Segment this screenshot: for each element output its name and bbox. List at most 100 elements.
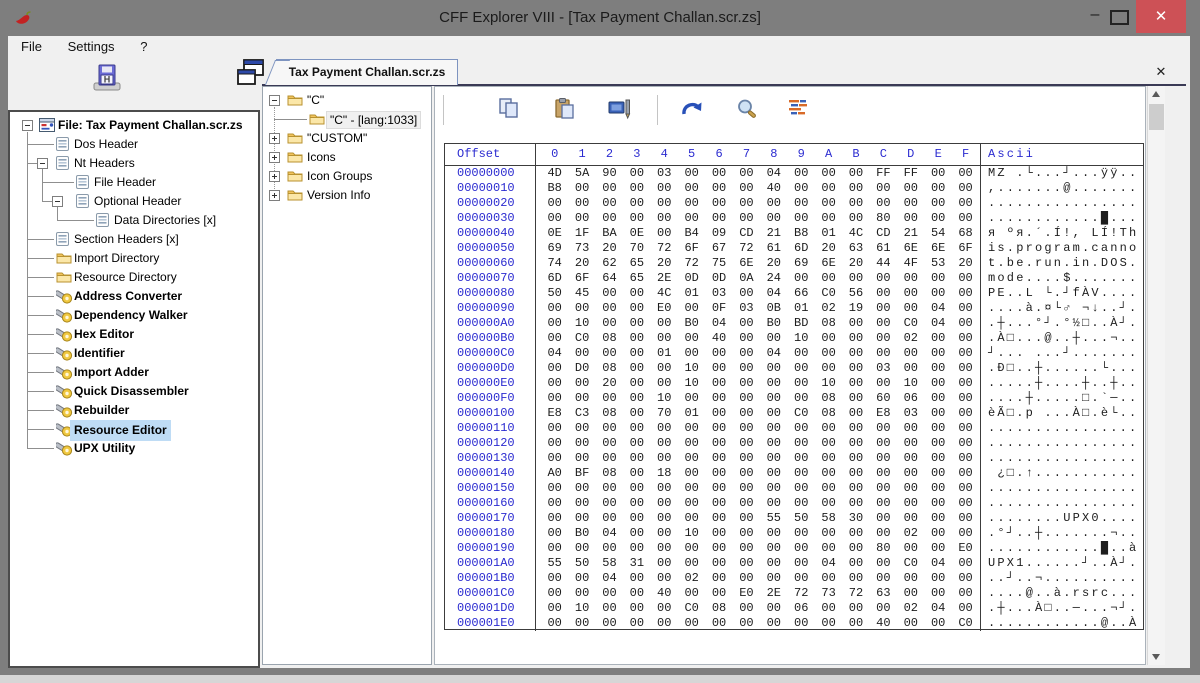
hex-byte[interactable]: 00: [733, 331, 760, 346]
hex-byte[interactable]: 00: [596, 391, 623, 406]
hex-byte[interactable]: 00: [568, 496, 595, 511]
hex-byte[interactable]: 00: [924, 406, 951, 421]
hex-byte[interactable]: 6D: [788, 241, 815, 256]
hex-byte[interactable]: 00: [788, 181, 815, 196]
hex-byte[interactable]: 00: [733, 601, 760, 616]
hex-byte[interactable]: 0D: [678, 271, 705, 286]
hex-byte[interactable]: 00: [842, 466, 869, 481]
hex-byte[interactable]: 10: [651, 391, 678, 406]
hex-byte[interactable]: FF: [897, 166, 924, 181]
hex-byte[interactable]: 00: [678, 451, 705, 466]
hex-byte[interactable]: 00: [541, 301, 568, 316]
hex-byte[interactable]: C0: [952, 616, 979, 631]
hex-byte[interactable]: 00: [788, 376, 815, 391]
hex-byte[interactable]: 53: [924, 256, 951, 271]
hex-byte[interactable]: 00: [815, 271, 842, 286]
hex-byte[interactable]: E0: [733, 586, 760, 601]
hex-byte[interactable]: 02: [897, 526, 924, 541]
hex-byte[interactable]: 00: [842, 331, 869, 346]
hex-byte[interactable]: 61: [760, 241, 787, 256]
hex-byte[interactable]: 70: [623, 241, 650, 256]
hex-row[interactable]: 000001B000000400000200000000000000000000…: [445, 571, 1143, 586]
tree-item[interactable]: Import Directory: [10, 249, 258, 268]
hex-byte[interactable]: 00: [705, 436, 732, 451]
hex-byte[interactable]: 00: [623, 616, 650, 631]
hex-byte[interactable]: 00: [733, 451, 760, 466]
hex-byte[interactable]: 00: [842, 391, 869, 406]
copy-button[interactable]: [497, 97, 521, 126]
hex-byte[interactable]: 00: [788, 166, 815, 181]
hex-row[interactable]: 000001C000000000400000E02E72737263000000…: [445, 586, 1143, 601]
hex-byte[interactable]: 20: [596, 376, 623, 391]
hex-row[interactable]: 000000F000000000100000000000080060060000…: [445, 391, 1143, 406]
hex-byte[interactable]: 00: [623, 376, 650, 391]
hex-byte[interactable]: 00: [760, 436, 787, 451]
hex-byte[interactable]: 00: [842, 541, 869, 556]
hex-byte[interactable]: 04: [596, 571, 623, 586]
hex-byte[interactable]: C0: [568, 331, 595, 346]
resource-item[interactable]: Version Info: [263, 186, 431, 205]
hex-byte[interactable]: 00: [924, 481, 951, 496]
hex-byte[interactable]: 00: [897, 361, 924, 376]
hex-byte[interactable]: 80: [870, 541, 897, 556]
hex-byte[interactable]: 4C: [651, 286, 678, 301]
hex-byte[interactable]: 00: [952, 481, 979, 496]
hex-byte[interactable]: 00: [705, 496, 732, 511]
hex-byte[interactable]: 04: [760, 166, 787, 181]
hex-byte[interactable]: 04: [760, 286, 787, 301]
hex-byte[interactable]: 00: [842, 421, 869, 436]
hex-byte[interactable]: 6E: [924, 241, 951, 256]
hex-byte[interactable]: 00: [623, 166, 650, 181]
hex-byte[interactable]: 00: [623, 361, 650, 376]
hex-byte[interactable]: 00: [842, 526, 869, 541]
hex-byte[interactable]: 00: [623, 346, 650, 361]
hex-byte[interactable]: 00: [897, 211, 924, 226]
hex-byte[interactable]: 44: [870, 256, 897, 271]
hex-byte[interactable]: 00: [541, 511, 568, 526]
hex-byte[interactable]: 00: [705, 541, 732, 556]
hex-byte[interactable]: 00: [596, 616, 623, 631]
hex-byte[interactable]: 02: [815, 301, 842, 316]
hex-byte[interactable]: 00: [678, 496, 705, 511]
hex-byte[interactable]: 00: [760, 331, 787, 346]
hex-row[interactable]: 0000012000000000000000000000000000000000…: [445, 436, 1143, 451]
hex-byte[interactable]: 58: [815, 511, 842, 526]
hex-byte[interactable]: 00: [842, 481, 869, 496]
hex-byte[interactable]: 03: [897, 406, 924, 421]
hex-byte[interactable]: 00: [705, 391, 732, 406]
hex-byte[interactable]: 00: [924, 586, 951, 601]
hex-byte[interactable]: 24: [760, 271, 787, 286]
hex-byte[interactable]: 00: [678, 166, 705, 181]
hex-byte[interactable]: 10: [897, 376, 924, 391]
hex-byte[interactable]: 00: [568, 511, 595, 526]
hex-byte[interactable]: 00: [924, 196, 951, 211]
hex-byte[interactable]: 08: [815, 406, 842, 421]
hex-byte[interactable]: 00: [596, 511, 623, 526]
hex-byte[interactable]: 60: [870, 391, 897, 406]
hex-byte[interactable]: 00: [815, 211, 842, 226]
hex-row[interactable]: 0000016000000000000000000000000000000000…: [445, 496, 1143, 511]
hex-byte[interactable]: 00: [788, 361, 815, 376]
hex-byte[interactable]: 06: [897, 391, 924, 406]
hex-byte[interactable]: 00: [678, 421, 705, 436]
hex-byte[interactable]: 00: [897, 181, 924, 196]
hex-byte[interactable]: 00: [815, 181, 842, 196]
hex-byte[interactable]: 00: [924, 211, 951, 226]
hex-byte[interactable]: 00: [870, 271, 897, 286]
tab-tax-payment-challan[interactable]: Tax Payment Challan.scr.zs: [276, 59, 458, 85]
hex-byte[interactable]: 00: [924, 166, 951, 181]
hex-byte[interactable]: CD: [870, 226, 897, 241]
menu-item-help[interactable]: ?: [129, 36, 158, 54]
hex-byte[interactable]: 00: [952, 406, 979, 421]
hex-byte[interactable]: 00: [870, 346, 897, 361]
hex-byte[interactable]: 00: [733, 316, 760, 331]
tree-item[interactable]: Resource Editor: [10, 420, 258, 439]
hex-byte[interactable]: 04: [924, 316, 951, 331]
hex-byte[interactable]: 00: [924, 376, 951, 391]
hex-byte[interactable]: 00: [678, 301, 705, 316]
hex-byte[interactable]: 00: [897, 571, 924, 586]
hex-byte[interactable]: 00: [870, 496, 897, 511]
hex-byte[interactable]: 10: [678, 526, 705, 541]
hex-byte[interactable]: 00: [842, 571, 869, 586]
maximize-button[interactable]: [1110, 10, 1129, 25]
